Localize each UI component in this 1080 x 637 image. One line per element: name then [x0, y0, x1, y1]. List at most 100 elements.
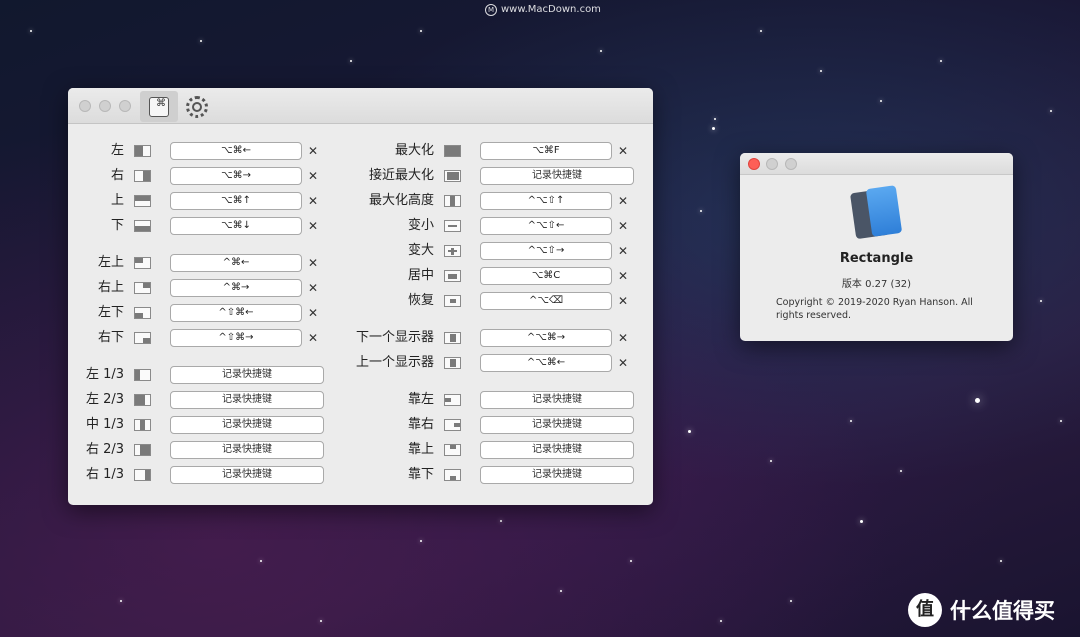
- shortcut-field[interactable]: ⌥⌘C: [480, 267, 612, 285]
- shortcut-label-text: 靠上: [407, 442, 434, 457]
- record-shortcut-button[interactable]: 记录快捷键: [480, 167, 634, 185]
- star: [600, 50, 602, 52]
- maximize-height-icon: [444, 195, 461, 207]
- record-shortcut-button[interactable]: 记录快捷键: [480, 416, 634, 434]
- about-minimize-button[interactable]: [766, 158, 778, 170]
- smaller-icon: [444, 220, 461, 232]
- shortcut-label: 变大: [68, 241, 434, 261]
- close-button[interactable]: [79, 100, 91, 112]
- about-close-button[interactable]: [748, 158, 760, 170]
- app-name: Rectangle: [839, 251, 914, 266]
- keyboard-shortcuts-icon: ⌘: [149, 96, 169, 117]
- shortcut-label-text: 下一个显示器: [355, 330, 434, 345]
- clear-shortcut-icon[interactable]: ✕: [613, 292, 633, 310]
- shortcut-label-text: 接近最大化: [368, 168, 434, 183]
- star: [560, 590, 562, 592]
- shortcut-field[interactable]: ^⌥⇧↑: [480, 192, 612, 210]
- shortcut-field[interactable]: ^⌥⌫: [480, 292, 612, 310]
- shortcut-label: 变小: [68, 216, 434, 236]
- shortcut-label: 最大化高度: [68, 191, 434, 211]
- shortcut-label-text: 居中: [407, 268, 434, 283]
- about-zoom-button[interactable]: [785, 158, 797, 170]
- shortcut-field[interactable]: ^⌥⌘→: [480, 329, 612, 347]
- star: [420, 30, 422, 32]
- star: [1000, 560, 1002, 562]
- shortcut-label: 靠下: [68, 465, 434, 485]
- center-icon: [444, 270, 461, 282]
- restore-icon: [444, 295, 461, 307]
- shortcut-label-text: 靠左: [407, 392, 434, 407]
- star: [1040, 300, 1042, 302]
- shortcut-label-text: 变小: [407, 218, 434, 233]
- shortcut-label-text: 最大化高度: [368, 193, 434, 208]
- clear-shortcut-icon[interactable]: ✕: [613, 192, 633, 210]
- star: [688, 430, 691, 433]
- clear-shortcut-icon[interactable]: ✕: [613, 354, 633, 372]
- star: [500, 520, 502, 522]
- about-titlebar: [740, 153, 1013, 175]
- shortcut-field[interactable]: ^⌥⇧→: [480, 242, 612, 260]
- clear-shortcut-icon[interactable]: ✕: [613, 329, 633, 347]
- shortcut-label: 靠右: [68, 415, 434, 435]
- star: [200, 40, 202, 42]
- star: [630, 560, 632, 562]
- shortcut-field[interactable]: ^⌥⌘←: [480, 354, 612, 372]
- shortcut-label-text: 上一个显示器: [355, 355, 434, 370]
- record-shortcut-button[interactable]: 记录快捷键: [480, 466, 634, 484]
- star: [260, 560, 262, 562]
- star: [975, 398, 980, 403]
- shortcut-label-text: 变大: [407, 243, 434, 258]
- star: [120, 600, 122, 602]
- shortcut-field[interactable]: ⌥⌘F: [480, 142, 612, 160]
- shortcut-label: 最大化: [68, 141, 434, 161]
- shortcut-label: 靠上: [68, 440, 434, 460]
- star: [790, 600, 792, 602]
- previous-display-icon: [444, 357, 461, 369]
- tab-settings[interactable]: [178, 91, 216, 122]
- star: [420, 540, 422, 542]
- shortcut-label: 恢复: [68, 291, 434, 311]
- clear-shortcut-icon[interactable]: ✕: [613, 267, 633, 285]
- shortcut-label: 接近最大化: [68, 166, 434, 186]
- star: [880, 100, 882, 102]
- shortcut-field[interactable]: ^⌥⇧←: [480, 217, 612, 235]
- star: [350, 60, 352, 62]
- clear-shortcut-icon[interactable]: ✕: [613, 217, 633, 235]
- almost-maximize-icon: [444, 170, 461, 182]
- star: [712, 127, 715, 130]
- shortcut-label-text: 靠下: [407, 467, 434, 482]
- star: [940, 60, 942, 62]
- zoom-button[interactable]: [119, 100, 131, 112]
- star: [720, 620, 722, 622]
- about-window: Rectangle 版本 0.27 (32) Copyright © 2019-…: [740, 153, 1013, 341]
- app-version: 版本 0.27 (32): [841, 279, 912, 290]
- shortcut-label: 靠左: [68, 390, 434, 410]
- macdown-watermark-text: www.MacDown.com: [501, 4, 601, 15]
- move-down-icon: [444, 469, 461, 481]
- star: [860, 520, 863, 523]
- star: [320, 620, 322, 622]
- shortcut-label: 居中: [68, 266, 434, 286]
- clear-shortcut-icon[interactable]: ✕: [613, 242, 633, 260]
- minimize-button[interactable]: [99, 100, 111, 112]
- smzdm-logo-icon: 值: [908, 593, 942, 627]
- window-titlebar: ⌘: [68, 88, 653, 124]
- shortcut-label: 上一个显示器: [68, 353, 434, 373]
- star: [850, 420, 852, 422]
- gear-icon: [186, 95, 208, 118]
- clear-shortcut-icon[interactable]: ✕: [613, 142, 633, 160]
- record-shortcut-button[interactable]: 记录快捷键: [480, 391, 634, 409]
- smzdm-watermark: 值 什么值得买: [908, 590, 1055, 630]
- star: [770, 460, 772, 462]
- star: [30, 30, 32, 32]
- tab-shortcuts[interactable]: ⌘: [140, 91, 178, 122]
- macdown-logo-icon: M: [485, 4, 497, 16]
- shortcut-label-text: 靠右: [407, 417, 434, 432]
- move-left-icon: [444, 394, 461, 406]
- maximize-icon: [444, 145, 461, 157]
- star: [700, 210, 702, 212]
- record-shortcut-button[interactable]: 记录快捷键: [480, 441, 634, 459]
- larger-icon: [444, 245, 461, 257]
- move-right-icon: [444, 419, 461, 431]
- macdown-watermark: M www.MacDown.com: [485, 3, 601, 17]
